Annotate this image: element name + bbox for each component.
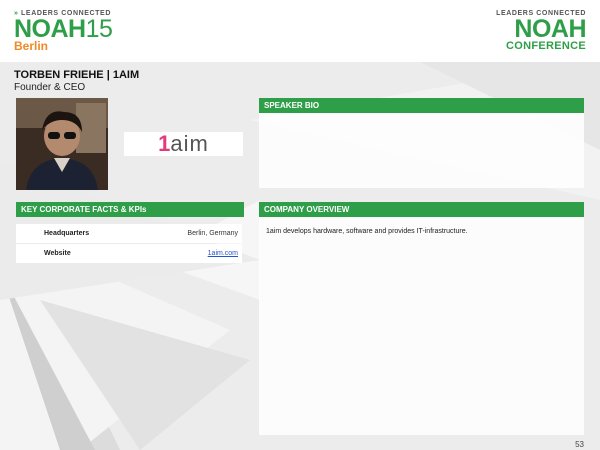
page-number: 53 (575, 440, 584, 449)
company-overview-text: 1aim develops hardware, software and pro… (266, 228, 468, 235)
kpi-value: Berlin, Germany (187, 230, 238, 237)
speaker-bio-panel (259, 113, 584, 188)
kpi-label: Headquarters (44, 230, 90, 237)
company-logo: 1 aim (124, 131, 243, 156)
website-link[interactable]: 1aim.com (208, 250, 238, 257)
speaker-photo (16, 98, 108, 190)
noah-conference-logo: LEADERS CONNECTED NOAH CONFERENCE (496, 10, 586, 52)
kpi-row-headquarters: Headquarters Berlin, Germany (16, 224, 242, 243)
company-logo-number: 1 (158, 131, 171, 156)
header-bar: » LEADERS CONNECTED NOAH15 Berlin LEADER… (0, 0, 600, 62)
kpi-label: Website (44, 250, 71, 257)
noah15-berlin-logo: » LEADERS CONNECTED NOAH15 Berlin (14, 10, 113, 52)
logo-brand-right: NOAH (514, 15, 586, 43)
speaker-bio-header: SPEAKER BIO (259, 98, 584, 113)
kpi-header: KEY CORPORATE FACTS & KPIs (16, 202, 244, 217)
kpi-row-website: Website 1aim.com (16, 244, 242, 263)
company-overview-header: COMPANY OVERVIEW (259, 202, 584, 217)
speaker-name: TORBEN FRIEHE | 1AIM (14, 69, 140, 81)
company-overview-panel (259, 217, 584, 435)
company-logo-word: aim (170, 131, 209, 156)
speaker-role: Founder & CEO (14, 82, 86, 93)
logo-edition: 15 (85, 15, 113, 43)
logo-subtitle-right: CONFERENCE (505, 40, 586, 52)
